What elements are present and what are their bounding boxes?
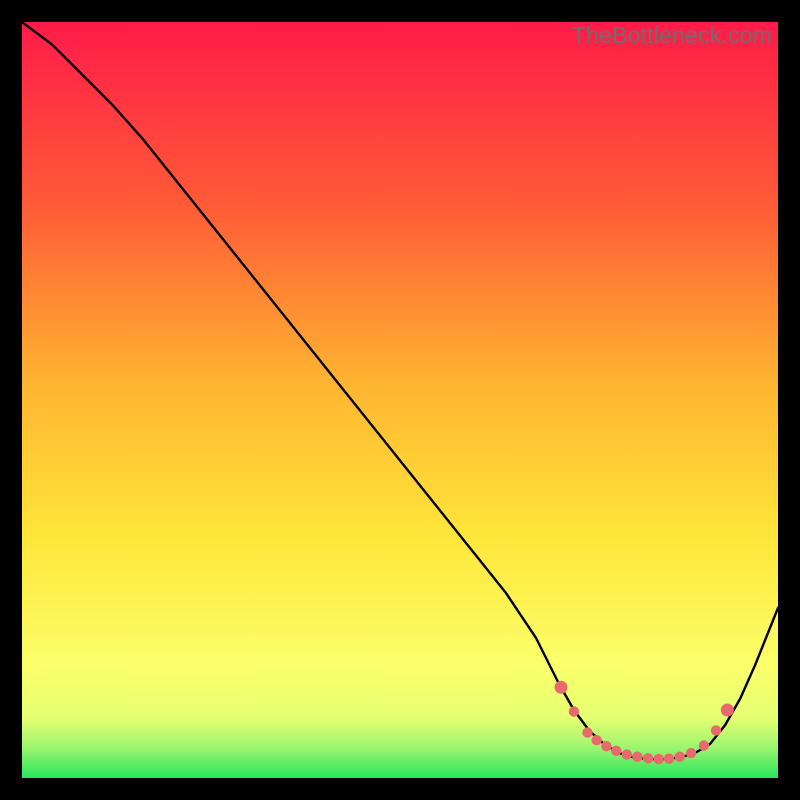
- watermark-text: TheBottleneck.com: [572, 22, 772, 49]
- gradient-background: [22, 22, 778, 778]
- marker-dot: [664, 754, 674, 764]
- marker-dot: [569, 706, 579, 716]
- marker-dot: [711, 725, 721, 735]
- marker-dot: [601, 741, 611, 751]
- chart-frame: TheBottleneck.com: [22, 22, 778, 778]
- marker-dot: [699, 740, 709, 750]
- marker-dot: [622, 749, 632, 759]
- marker-dot: [582, 727, 592, 737]
- chart-canvas: [22, 22, 778, 778]
- marker-dot: [653, 754, 663, 764]
- marker-dot: [632, 752, 642, 762]
- marker-dot: [591, 735, 601, 745]
- marker-dot: [643, 753, 653, 763]
- marker-dot: [555, 681, 568, 694]
- marker-dot: [675, 752, 685, 762]
- marker-dot: [611, 746, 621, 756]
- marker-dot: [721, 704, 734, 717]
- marker-dot: [686, 748, 696, 758]
